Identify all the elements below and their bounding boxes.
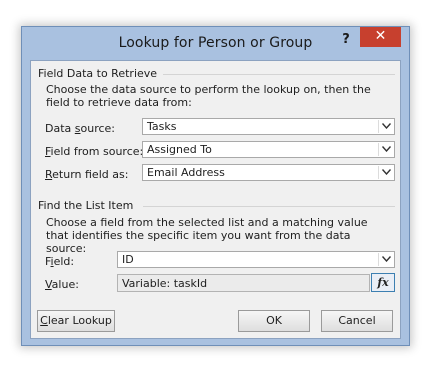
- return-field-value: Email Address: [147, 166, 225, 179]
- field-value: ID: [122, 253, 134, 266]
- section-divider: [143, 206, 395, 207]
- chevron-down-icon[interactable]: [378, 166, 393, 179]
- value-text: Variable: taskId: [122, 277, 208, 290]
- help-button[interactable]: ?: [337, 31, 355, 49]
- chevron-down-icon[interactable]: [378, 143, 393, 156]
- close-button[interactable]: ✕: [360, 27, 401, 47]
- close-icon: ✕: [374, 28, 387, 44]
- data-source-dropdown[interactable]: Tasks: [142, 118, 395, 135]
- field-from-source-label: Field from source:: [45, 145, 144, 158]
- return-field-dropdown[interactable]: Email Address: [142, 164, 395, 181]
- title-bar: Lookup for Person or Group ? ✕: [22, 27, 409, 59]
- field-dropdown[interactable]: ID: [117, 251, 395, 268]
- clear-lookup-button[interactable]: Clear Lookup: [37, 310, 115, 332]
- section-title-find-item: Find the List Item: [38, 199, 134, 212]
- return-field-label: Return field as:: [45, 168, 129, 181]
- lookup-dialog: Lookup for Person or Group ? ✕ Field Dat…: [21, 26, 410, 346]
- section-title-field-data: Field Data to Retrieve: [38, 67, 158, 80]
- ok-button[interactable]: OK: [238, 310, 310, 332]
- dialog-body: Field Data to Retrieve Choose the data s…: [30, 60, 401, 339]
- field-label: Field:: [45, 255, 75, 268]
- field-data-description: Choose the data source to perform the lo…: [46, 83, 371, 109]
- data-source-label: Data source:: [45, 122, 116, 135]
- chevron-down-icon[interactable]: [378, 120, 393, 133]
- find-item-description: Choose a field from the selected list an…: [46, 216, 368, 255]
- formula-button[interactable]: fx: [371, 273, 395, 292]
- section-divider: [163, 74, 395, 75]
- data-source-value: Tasks: [147, 120, 177, 133]
- field-from-source-value: Assigned To: [147, 143, 212, 156]
- cancel-button[interactable]: Cancel: [321, 310, 393, 332]
- chevron-down-icon[interactable]: [378, 253, 393, 266]
- value-label: Value:: [45, 278, 79, 291]
- fx-icon: fx: [377, 276, 389, 289]
- value-field[interactable]: Variable: taskId: [117, 274, 370, 292]
- field-from-source-dropdown[interactable]: Assigned To: [142, 141, 395, 158]
